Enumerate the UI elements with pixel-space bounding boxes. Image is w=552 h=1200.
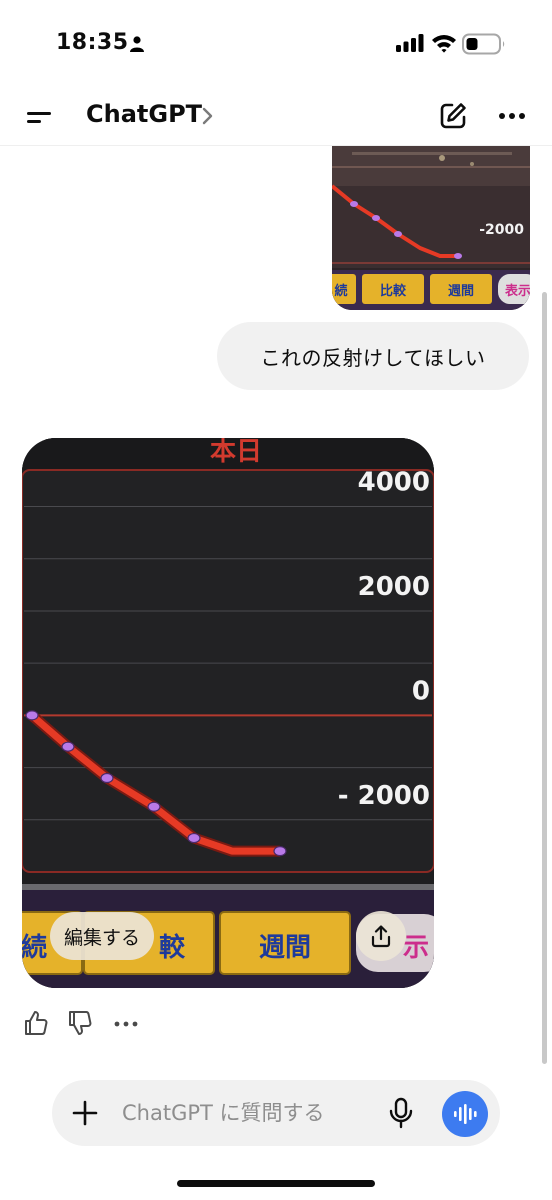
status-time: 18:35	[56, 30, 129, 55]
more-actions-icon[interactable]	[114, 1021, 138, 1027]
ai-image-button-1: 続	[22, 932, 47, 963]
chat-screen: 18:35 ChatGPT -2000 続 比較 週間 表示 これの反射けしてほ…	[0, 0, 552, 1200]
new-chat-icon[interactable]	[438, 101, 468, 131]
user-image-button-3: 週間	[448, 284, 474, 299]
user-uploaded-image[interactable]: -2000 続 比較 週間 表示	[332, 146, 530, 310]
y-tick-label: - 2000	[338, 781, 430, 811]
microphone-icon[interactable]	[388, 1097, 414, 1129]
user-image-tick-label: -2000	[479, 222, 524, 238]
data-point	[147, 801, 161, 812]
message-input[interactable]	[122, 1098, 382, 1128]
chat-header: ChatGPT	[0, 90, 552, 146]
plus-icon[interactable]	[72, 1100, 98, 1126]
wifi-icon	[432, 35, 456, 53]
voice-mode-button[interactable]	[442, 1091, 488, 1137]
generated-image[interactable]: 本日 4000 2000 0 - 2000 続 較 週間 示	[22, 438, 434, 988]
person-icon	[130, 36, 144, 52]
cellular-signal-icon	[396, 34, 424, 52]
chart-svg: 本日 4000 2000 0 - 2000 続 較 週間 示	[22, 438, 434, 988]
scrollbar[interactable]	[542, 292, 547, 1064]
home-indicator	[177, 1180, 375, 1187]
user-image-button-1: 続	[334, 283, 347, 299]
thumbs-up-icon[interactable]	[24, 1010, 48, 1036]
user-message-bubble: これの反射けしてほしい	[217, 322, 529, 390]
chevron-right-icon[interactable]	[201, 107, 213, 125]
chart-title: 本日	[210, 438, 262, 467]
model-title[interactable]: ChatGPT	[86, 100, 202, 128]
more-options-icon[interactable]	[498, 112, 526, 120]
user-image-button-4: 表示	[504, 283, 530, 299]
y-tick-label: 4000	[358, 468, 430, 498]
thumbs-down-icon[interactable]	[68, 1010, 92, 1036]
ai-image-button-4: 示	[403, 933, 429, 963]
user-image-button-2: 比較	[380, 283, 407, 299]
status-bar: 18:35	[0, 0, 552, 90]
share-icon	[371, 925, 391, 948]
ai-image-button-3: 週間	[259, 933, 311, 963]
data-point	[100, 772, 114, 784]
battery-icon	[462, 33, 505, 55]
ai-image-button-2: 較	[159, 932, 186, 963]
y-tick-label: 0	[412, 676, 430, 706]
data-point	[273, 846, 287, 857]
waveform-icon	[454, 1104, 477, 1124]
menu-icon[interactable]	[24, 104, 54, 130]
edit-image-button[interactable]: 編集する	[50, 912, 155, 960]
y-tick-label: 2000	[358, 572, 430, 602]
data-point	[187, 832, 201, 844]
data-point	[61, 741, 75, 752]
share-button[interactable]	[356, 911, 406, 961]
composer	[52, 1080, 500, 1146]
data-point	[25, 710, 39, 721]
